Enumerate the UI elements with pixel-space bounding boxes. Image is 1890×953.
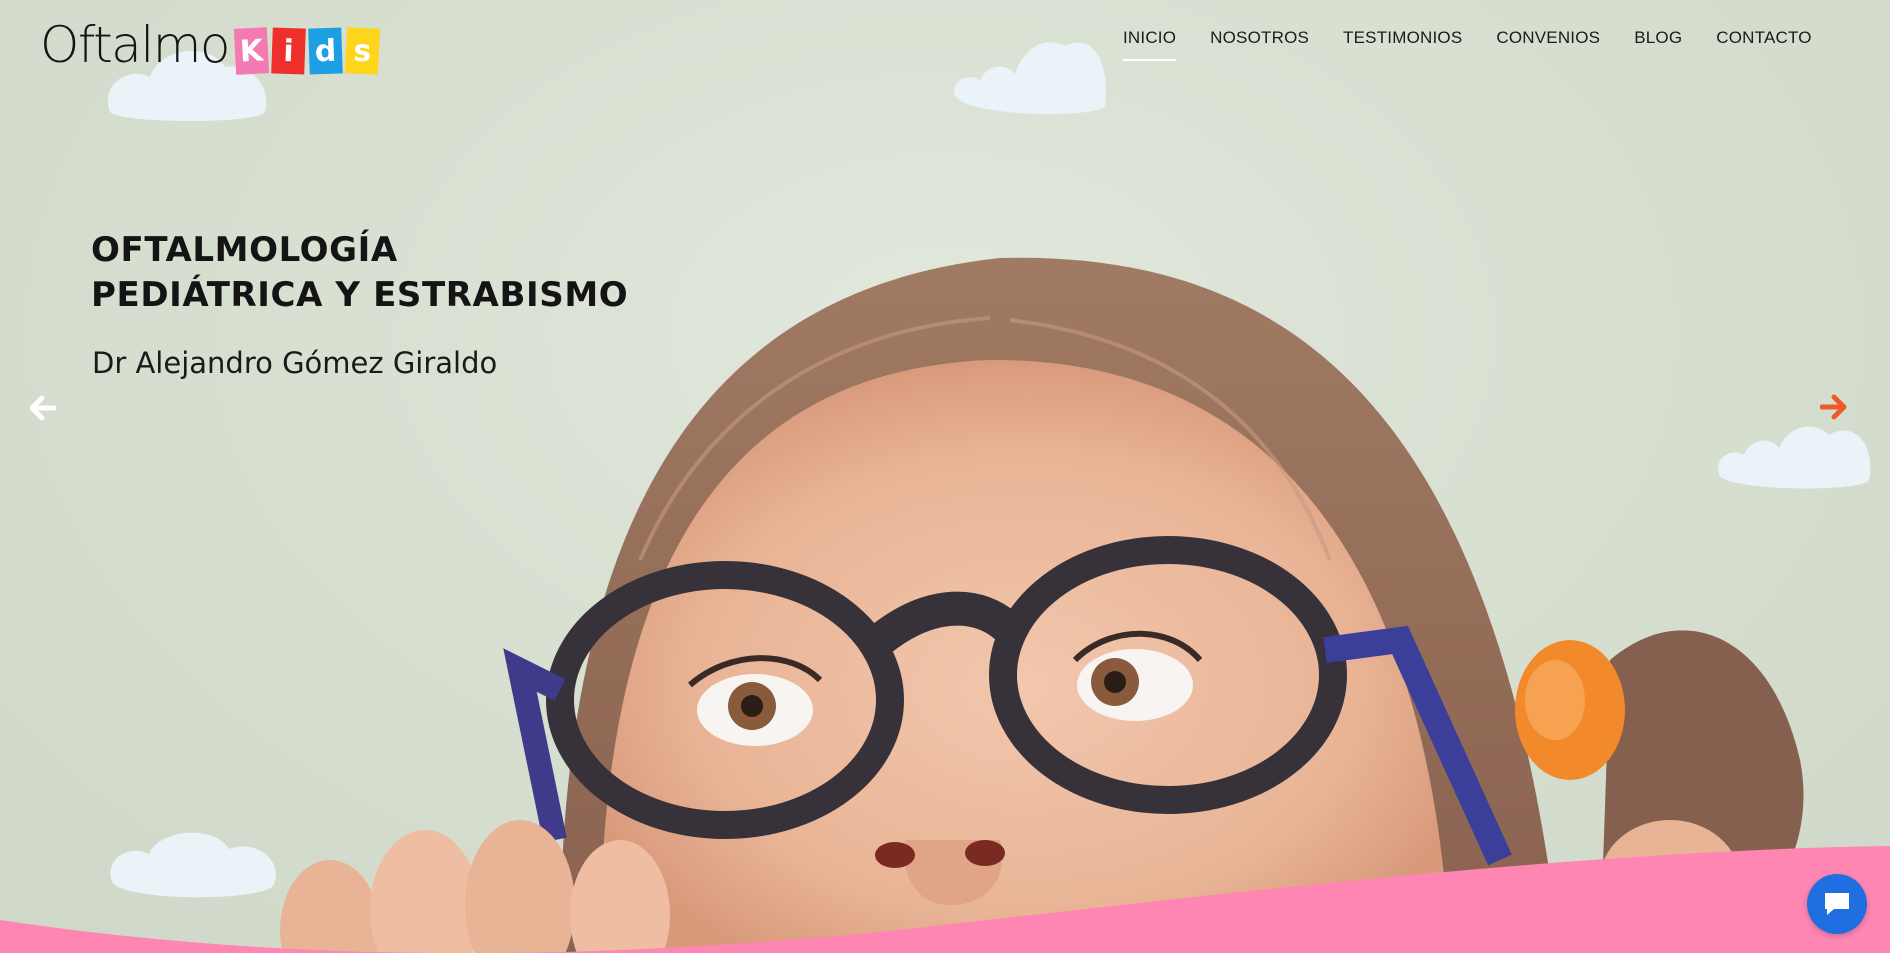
arrow-left-icon: [29, 395, 57, 421]
hero-subheadline: Dr Alejandro Gómez Giraldo: [92, 346, 498, 380]
slider-next-button[interactable]: [1819, 393, 1848, 427]
cloud-decoration: [110, 832, 276, 898]
chat-button[interactable]: [1807, 874, 1867, 934]
hero-slider: Oftalmo K i d s INICIO NOSOTROS TESTIMON…: [0, 0, 1890, 953]
nav-item-convenios[interactable]: CONVENIOS: [1496, 28, 1600, 48]
nav-item-inicio[interactable]: INICIO: [1123, 28, 1177, 61]
logo-kids-tiles: K i d s: [233, 27, 381, 75]
logo-tile: i: [271, 27, 306, 75]
arrow-right-icon: [1819, 394, 1847, 420]
hero-headline-line: PEDIÁTRICA Y ESTRABISMO: [91, 275, 629, 315]
hero-image-girl-with-glasses: [0, 257, 1890, 953]
logo-tile: K: [233, 27, 270, 75]
nav-item-nosotros[interactable]: NOSOTROS: [1210, 28, 1309, 48]
cloud-decoration: [954, 42, 1106, 115]
site-logo[interactable]: Oftalmo K i d s: [40, 10, 381, 75]
main-nav: INICIO NOSOTROS TESTIMONIOS CONVENIOS BL…: [1123, 28, 1846, 61]
logo-wordmark: Oftalmo: [40, 16, 231, 74]
nav-item-blog[interactable]: BLOG: [1634, 28, 1682, 48]
logo-tile: d: [308, 27, 343, 75]
nav-item-testimonios[interactable]: TESTIMONIOS: [1343, 28, 1462, 48]
hero-headline-line: OFTALMOLOGÍA: [91, 230, 398, 270]
cloud-decoration: [1718, 426, 1871, 489]
hero-headline: OFTALMOLOGÍA PEDIÁTRICA Y ESTRABISMO: [91, 228, 731, 318]
logo-tile: s: [344, 27, 381, 75]
chat-bubble-icon: [1825, 893, 1849, 915]
slider-prev-button[interactable]: [28, 394, 57, 428]
nav-item-contacto[interactable]: CONTACTO: [1716, 28, 1811, 48]
